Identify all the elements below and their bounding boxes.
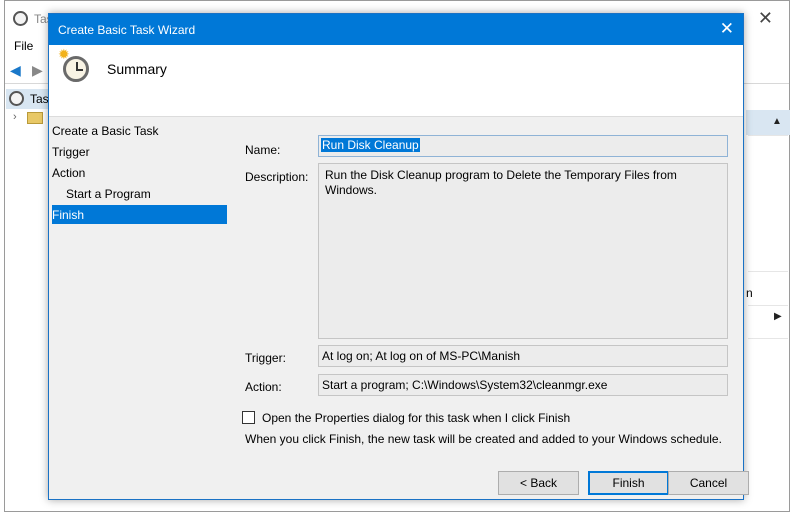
- sparkle-icon: ✹: [58, 46, 70, 62]
- wizard-header: ✹ Summary: [49, 45, 743, 117]
- divider: [748, 338, 788, 339]
- step-create-basic-task[interactable]: Create a Basic Task: [52, 121, 227, 140]
- name-field[interactable]: Run Disk Cleanup: [318, 135, 728, 157]
- finish-button[interactable]: Finish: [588, 471, 669, 495]
- dialog-titlebar: Create Basic Task Wizard ✕: [49, 14, 743, 45]
- tree-item-label: Tas: [30, 92, 49, 106]
- action-field[interactable]: Start a program; C:\Windows\System32\cle…: [318, 374, 728, 396]
- divider: [748, 135, 788, 136]
- submenu-arrow-icon[interactable]: ▶: [774, 311, 782, 322]
- open-properties-checkbox[interactable]: [242, 411, 255, 424]
- description-field[interactable]: Run the Disk Cleanup program to Delete t…: [318, 163, 728, 339]
- name-label: Name:: [245, 143, 281, 157]
- task-wizard-icon: ✹: [58, 47, 90, 83]
- back-button[interactable]: < Back: [498, 471, 579, 495]
- actions-pane: ▲ n ▶: [746, 83, 790, 507]
- trigger-label: Trigger:: [245, 351, 286, 365]
- actions-pane-header[interactable]: ▲: [746, 110, 790, 135]
- actions-pane-text: n: [746, 286, 753, 300]
- cancel-button[interactable]: Cancel: [668, 471, 749, 495]
- finish-info-text: When you click Finish, the new task will…: [245, 432, 722, 446]
- clock-icon: [13, 11, 28, 26]
- open-properties-label[interactable]: Open the Properties dialog for this task…: [262, 411, 570, 425]
- step-start-a-program[interactable]: Start a Program: [52, 184, 227, 203]
- create-basic-task-dialog: Create Basic Task Wizard ✕ ✹ Summary Cre…: [48, 13, 749, 500]
- trigger-field[interactable]: At log on; At log on of MS-PC\Manish: [318, 345, 728, 367]
- menu-file[interactable]: File: [14, 39, 33, 53]
- name-value: Run Disk Cleanup: [321, 138, 420, 152]
- tree-item-root[interactable]: Tas: [6, 89, 50, 109]
- dialog-title: Create Basic Task Wizard: [58, 23, 196, 37]
- step-action[interactable]: Action: [52, 163, 227, 182]
- divider: [748, 271, 788, 272]
- step-finish[interactable]: Finish: [52, 205, 227, 224]
- back-arrow-icon[interactable]: ◀: [10, 63, 26, 77]
- caret-up-icon: ▲: [772, 116, 782, 127]
- action-label: Action:: [245, 380, 282, 394]
- close-icon[interactable]: ✕: [758, 8, 773, 29]
- divider: [748, 305, 788, 306]
- step-trigger[interactable]: Trigger: [52, 142, 227, 161]
- chevron-right-icon[interactable]: ›: [13, 111, 17, 123]
- forward-arrow-icon[interactable]: ▶: [32, 63, 48, 77]
- description-label: Description:: [245, 170, 309, 184]
- folder-icon: [27, 112, 43, 124]
- clock-icon: [9, 91, 24, 106]
- close-icon[interactable]: ✕: [720, 19, 734, 39]
- page-title: Summary: [107, 61, 167, 77]
